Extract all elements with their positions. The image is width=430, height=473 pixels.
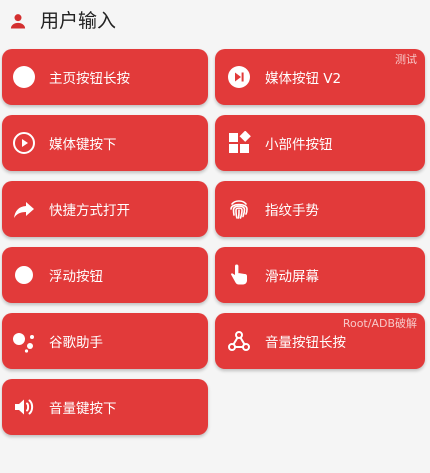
home-long-press-button[interactable]: 主页按钮长按 (2, 49, 208, 105)
media-key-down-label: 媒体键按下 (49, 137, 117, 153)
floating-button-label: 浮动按钮 (49, 269, 103, 285)
fingerprint-gesture-button[interactable]: 指纹手势 (215, 181, 425, 237)
skip-next-icon (227, 65, 251, 89)
fingerprint-gesture-label: 指纹手势 (265, 203, 319, 219)
webhook-icon (227, 329, 251, 353)
shortcut-open-label: 快捷方式打开 (49, 203, 130, 219)
test-tag: 测试 (395, 53, 417, 66)
media-button-v2-button[interactable]: 媒体按钮 V2 测试 (215, 49, 425, 105)
section-header: 用户输入 (0, 0, 430, 44)
touch-hand-icon (227, 263, 251, 287)
google-assistant-label: 谷歌助手 (49, 335, 103, 351)
person-icon (8, 11, 28, 31)
widget-button-button[interactable]: 小部件按钮 (215, 115, 425, 171)
volume-icon (12, 395, 36, 419)
swipe-screen-button[interactable]: 滑动屏幕 (215, 247, 425, 303)
user-input-page: 用户输入 主页按钮长按 媒体按钮 V2 测试 媒体键按下 小部件按钮 快捷方式打… (0, 0, 430, 473)
volume-long-press-button[interactable]: 音量按钮长按 Root/ADB破解 (215, 313, 425, 369)
volume-key-down-label: 音量键按下 (49, 401, 117, 417)
share-arrow-icon (12, 197, 36, 221)
widgets-icon (227, 131, 251, 155)
root-adb-tag: Root/ADB破解 (342, 317, 417, 330)
volume-long-press-label: 音量按钮长按 (265, 335, 346, 351)
google-assistant-button[interactable]: 谷歌助手 (2, 313, 208, 369)
home-long-press-label: 主页按钮长按 (49, 71, 130, 87)
section-title: 用户输入 (40, 10, 117, 32)
widget-button-label: 小部件按钮 (265, 137, 333, 153)
assistant-icon (12, 329, 36, 353)
swipe-screen-label: 滑动屏幕 (265, 269, 319, 285)
floating-button-button[interactable]: 浮动按钮 (2, 247, 208, 303)
fingerprint-icon (227, 197, 251, 221)
play-circle-icon (12, 131, 36, 155)
circle-icon (12, 263, 36, 287)
media-key-down-button[interactable]: 媒体键按下 (2, 115, 208, 171)
media-button-v2-label: 媒体按钮 V2 (265, 71, 342, 87)
circle-icon (12, 65, 36, 89)
volume-key-down-button[interactable]: 音量键按下 (2, 379, 208, 435)
shortcut-open-button[interactable]: 快捷方式打开 (2, 181, 208, 237)
